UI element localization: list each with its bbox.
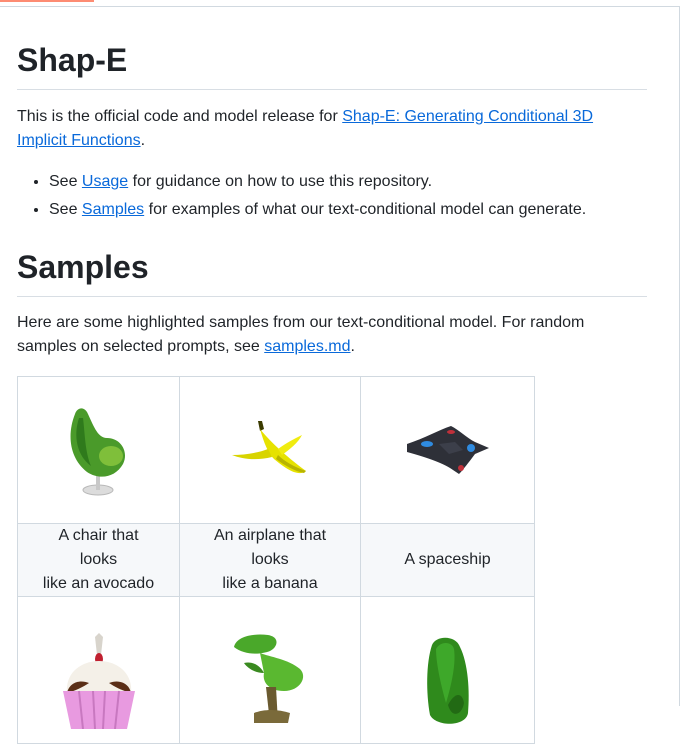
sample-caption: A spaceship <box>404 551 491 568</box>
list-item-text: for examples of what our text-conditiona… <box>144 201 587 218</box>
banana-airplane-image <box>232 421 306 474</box>
sample-image-cell <box>179 596 361 744</box>
header-divider <box>0 6 680 7</box>
table-row-images <box>17 376 535 524</box>
samples-intro-paragraph: Here are some highlighted samples from o… <box>17 311 647 359</box>
sample-caption-cell: An airplane that looks like a banana <box>179 523 361 597</box>
sample-image-cell <box>179 376 361 524</box>
cupcake-image <box>62 633 135 729</box>
intro-paragraph: This is the official code and model rele… <box>17 105 647 153</box>
page-title: Shap-E <box>17 40 647 90</box>
avocado-chair-image <box>70 408 125 496</box>
green-blob-image <box>426 637 469 724</box>
table-row-captions: A chair that looks like an avocado An air… <box>17 523 535 597</box>
list-item-text: for guidance on how to use this reposito… <box>128 173 433 190</box>
sample-caption-cell: A chair that looks like an avocado <box>17 523 180 597</box>
sample-image-cell <box>17 376 180 524</box>
list-item-usage: See Usage for guidance on how to use thi… <box>49 170 586 194</box>
samples-link[interactable]: Samples <box>82 201 144 218</box>
list-item-prefix: See <box>49 173 82 190</box>
sample-caption-cell: A spaceship <box>360 523 535 597</box>
sample-image-cell <box>360 376 535 524</box>
sample-image-cell <box>17 596 180 744</box>
sample-image-cell <box>360 596 535 744</box>
samples-md-link[interactable]: samples.md <box>264 338 350 355</box>
sample-caption: A chair that looks like an avocado <box>18 524 179 596</box>
list-item-samples: See Samples for examples of what our tex… <box>49 198 586 222</box>
caption-line: like an avocado <box>42 575 155 592</box>
caption-line: A chair that looks <box>58 527 139 568</box>
caption-line: An airplane that looks <box>213 527 327 568</box>
spaceship-image <box>406 426 489 474</box>
green-tree-image <box>234 634 304 723</box>
active-tab-underline <box>0 0 94 2</box>
guide-list: See Usage for guidance on how to use thi… <box>17 170 586 226</box>
samples-intro-period: . <box>350 338 355 355</box>
samples-table: A chair that looks like an avocado An air… <box>17 376 535 744</box>
usage-link[interactable]: Usage <box>82 173 128 190</box>
sample-caption: An airplane that looks like a banana <box>180 524 360 596</box>
panel-right-border <box>679 6 680 706</box>
table-row-images <box>17 596 535 744</box>
samples-heading: Samples <box>17 247 647 297</box>
intro-period: . <box>140 132 146 149</box>
intro-text: This is the official code and model rele… <box>17 108 343 125</box>
caption-line: like a banana <box>222 575 318 592</box>
list-item-prefix: See <box>49 201 82 218</box>
